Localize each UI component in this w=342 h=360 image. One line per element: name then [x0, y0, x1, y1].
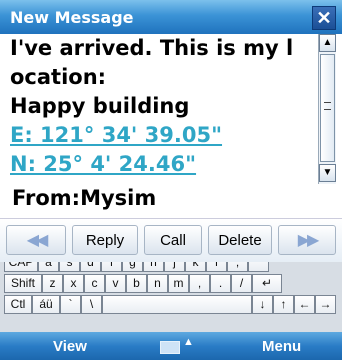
- key-accents[interactable]: áü: [32, 295, 60, 314]
- key-shift[interactable]: Shift: [4, 274, 42, 293]
- next-message-button[interactable]: ▶▶: [278, 225, 336, 255]
- key[interactable]: .: [210, 274, 231, 293]
- message-body[interactable]: I've arrived. This is my l ocation: Happ…: [6, 34, 316, 184]
- key[interactable]: d: [80, 262, 101, 272]
- key[interactable]: s: [59, 262, 80, 272]
- key[interactable]: k: [185, 262, 206, 272]
- key-arrow-left[interactable]: ←: [294, 295, 315, 314]
- window-title: New Message: [10, 8, 134, 27]
- key[interactable]: g: [122, 262, 143, 272]
- key[interactable]: c: [84, 274, 105, 293]
- key[interactable]: z: [42, 274, 63, 293]
- key[interactable]: /: [231, 274, 252, 293]
- key[interactable]: n: [147, 274, 168, 293]
- soft-key-bar: View ▲ Menu: [0, 332, 342, 360]
- key[interactable]: `: [60, 295, 81, 314]
- key-arrow-down[interactable]: ↓: [252, 295, 273, 314]
- key-cap[interactable]: CAP: [4, 262, 38, 272]
- key-ctrl[interactable]: Ctl: [4, 295, 32, 314]
- key[interactable]: b: [126, 274, 147, 293]
- key[interactable]: f: [101, 262, 122, 272]
- key[interactable]: ;: [227, 262, 248, 272]
- key[interactable]: ,: [189, 274, 210, 293]
- key-arrow-right[interactable]: →: [315, 295, 336, 314]
- vertical-scrollbar[interactable]: ▲ ▼: [318, 34, 336, 184]
- reply-button[interactable]: Reply: [72, 225, 138, 255]
- view-softkey[interactable]: View: [53, 338, 87, 355]
- previous-message-button[interactable]: ◀◀: [6, 225, 66, 255]
- sender-label: From:Mysim: [12, 186, 157, 210]
- key[interactable]: ': [248, 262, 269, 272]
- input-panel-caret-icon[interactable]: ▲: [183, 336, 194, 348]
- key[interactable]: l: [206, 262, 227, 272]
- scroll-thumb[interactable]: [320, 54, 335, 162]
- delete-button[interactable]: Delete: [208, 225, 272, 255]
- key[interactable]: \: [81, 295, 102, 314]
- key-enter[interactable]: ↵: [252, 274, 282, 293]
- longitude-link[interactable]: E: 121° 34' 39.05": [10, 123, 222, 147]
- soft-keyboard: CAP a s d f g h j k l ; ' Shift z x c v …: [0, 262, 342, 332]
- latitude-link[interactable]: N: 25° 4' 24.46": [10, 152, 196, 176]
- scroll-grip-icon: [324, 102, 331, 110]
- title-bar: New Message ✕: [0, 0, 342, 34]
- key[interactable]: a: [38, 262, 59, 272]
- message-line: I've arrived. This is my l: [10, 36, 294, 60]
- key-space[interactable]: [102, 295, 252, 314]
- message-line: Happy building: [10, 94, 190, 118]
- key[interactable]: v: [105, 274, 126, 293]
- scroll-up-button[interactable]: ▲: [319, 34, 336, 52]
- call-button[interactable]: Call: [144, 225, 202, 255]
- key[interactable]: x: [63, 274, 84, 293]
- scroll-down-button[interactable]: ▼: [319, 164, 336, 182]
- close-button[interactable]: ✕: [312, 6, 336, 30]
- key-arrow-up[interactable]: ↑: [273, 295, 294, 314]
- message-line: ocation:: [10, 65, 107, 89]
- menu-softkey[interactable]: Menu: [262, 338, 301, 355]
- key[interactable]: h: [143, 262, 164, 272]
- keyboard-icon[interactable]: [160, 341, 180, 354]
- action-button-row: ◀◀ Reply Call Delete ▶▶: [0, 218, 342, 263]
- key[interactable]: m: [168, 274, 189, 293]
- key[interactable]: j: [164, 262, 185, 272]
